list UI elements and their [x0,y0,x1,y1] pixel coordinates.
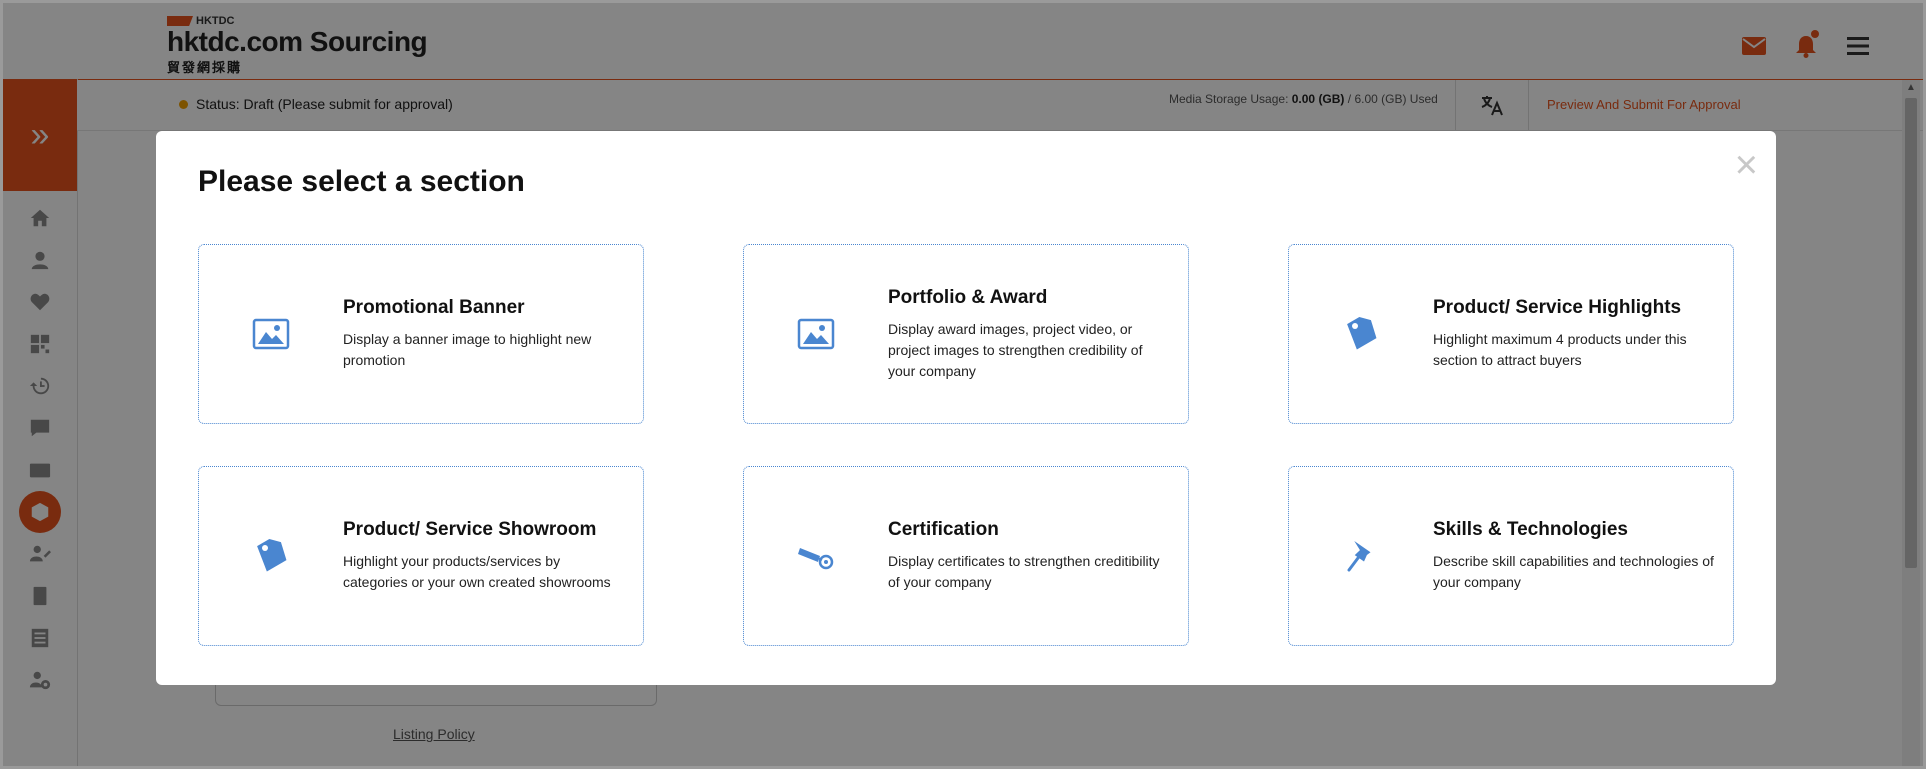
image-icon [797,318,835,350]
image-icon [252,318,290,350]
close-icon[interactable]: × [1735,145,1758,185]
tag-icon [257,538,287,572]
section-card-portfolio-award[interactable]: Portfolio & Award Display award images, … [743,244,1189,424]
section-card-desc: Highlight maximum 4 products under this … [1433,331,1687,368]
select-section-modal: Please select a section × Promotional Ba… [156,131,1776,685]
section-card-product-highlights[interactable]: Product/ Service Highlights Highlight ma… [1288,244,1734,424]
section-card-title: Product/ Service Showroom [343,519,597,540]
certificate-icon [798,548,834,570]
app-frame: HKTDC hktdc.com Sourcing 貿發網採購 » Status:… [0,0,1926,769]
section-card-skills-technologies[interactable]: Skills & Technologies Describe skill cap… [1288,466,1734,646]
section-card-desc: Display certificates to strengthen credi… [888,553,1160,590]
section-card-desc: Describe skill capabilities and technolo… [1433,553,1714,590]
section-card-title: Skills & Technologies [1433,519,1628,540]
section-card-desc: Display award images, project video, or … [888,320,1143,379]
modal-title: Please select a section [198,165,525,198]
section-card-title: Promotional Banner [343,297,525,318]
section-card-promotional-banner[interactable]: Promotional Banner Display a banner imag… [198,244,644,424]
pin-icon [1347,540,1371,572]
section-card-title: Product/ Service Highlights [1433,297,1682,318]
section-card-title: Portfolio & Award [888,286,1048,308]
section-card-title: Certification [888,519,999,540]
section-card-desc: Display a banner image to highlight new … [343,331,592,368]
section-card-certification[interactable]: Certification Display certificates to st… [743,466,1189,646]
section-card-product-showroom[interactable]: Product/ Service Showroom Highlight your… [198,466,644,646]
tag-icon [1347,316,1377,350]
section-card-desc: Highlight your products/services by cate… [343,553,611,590]
section-card-grid: Promotional Banner Display a banner imag… [198,244,1734,646]
